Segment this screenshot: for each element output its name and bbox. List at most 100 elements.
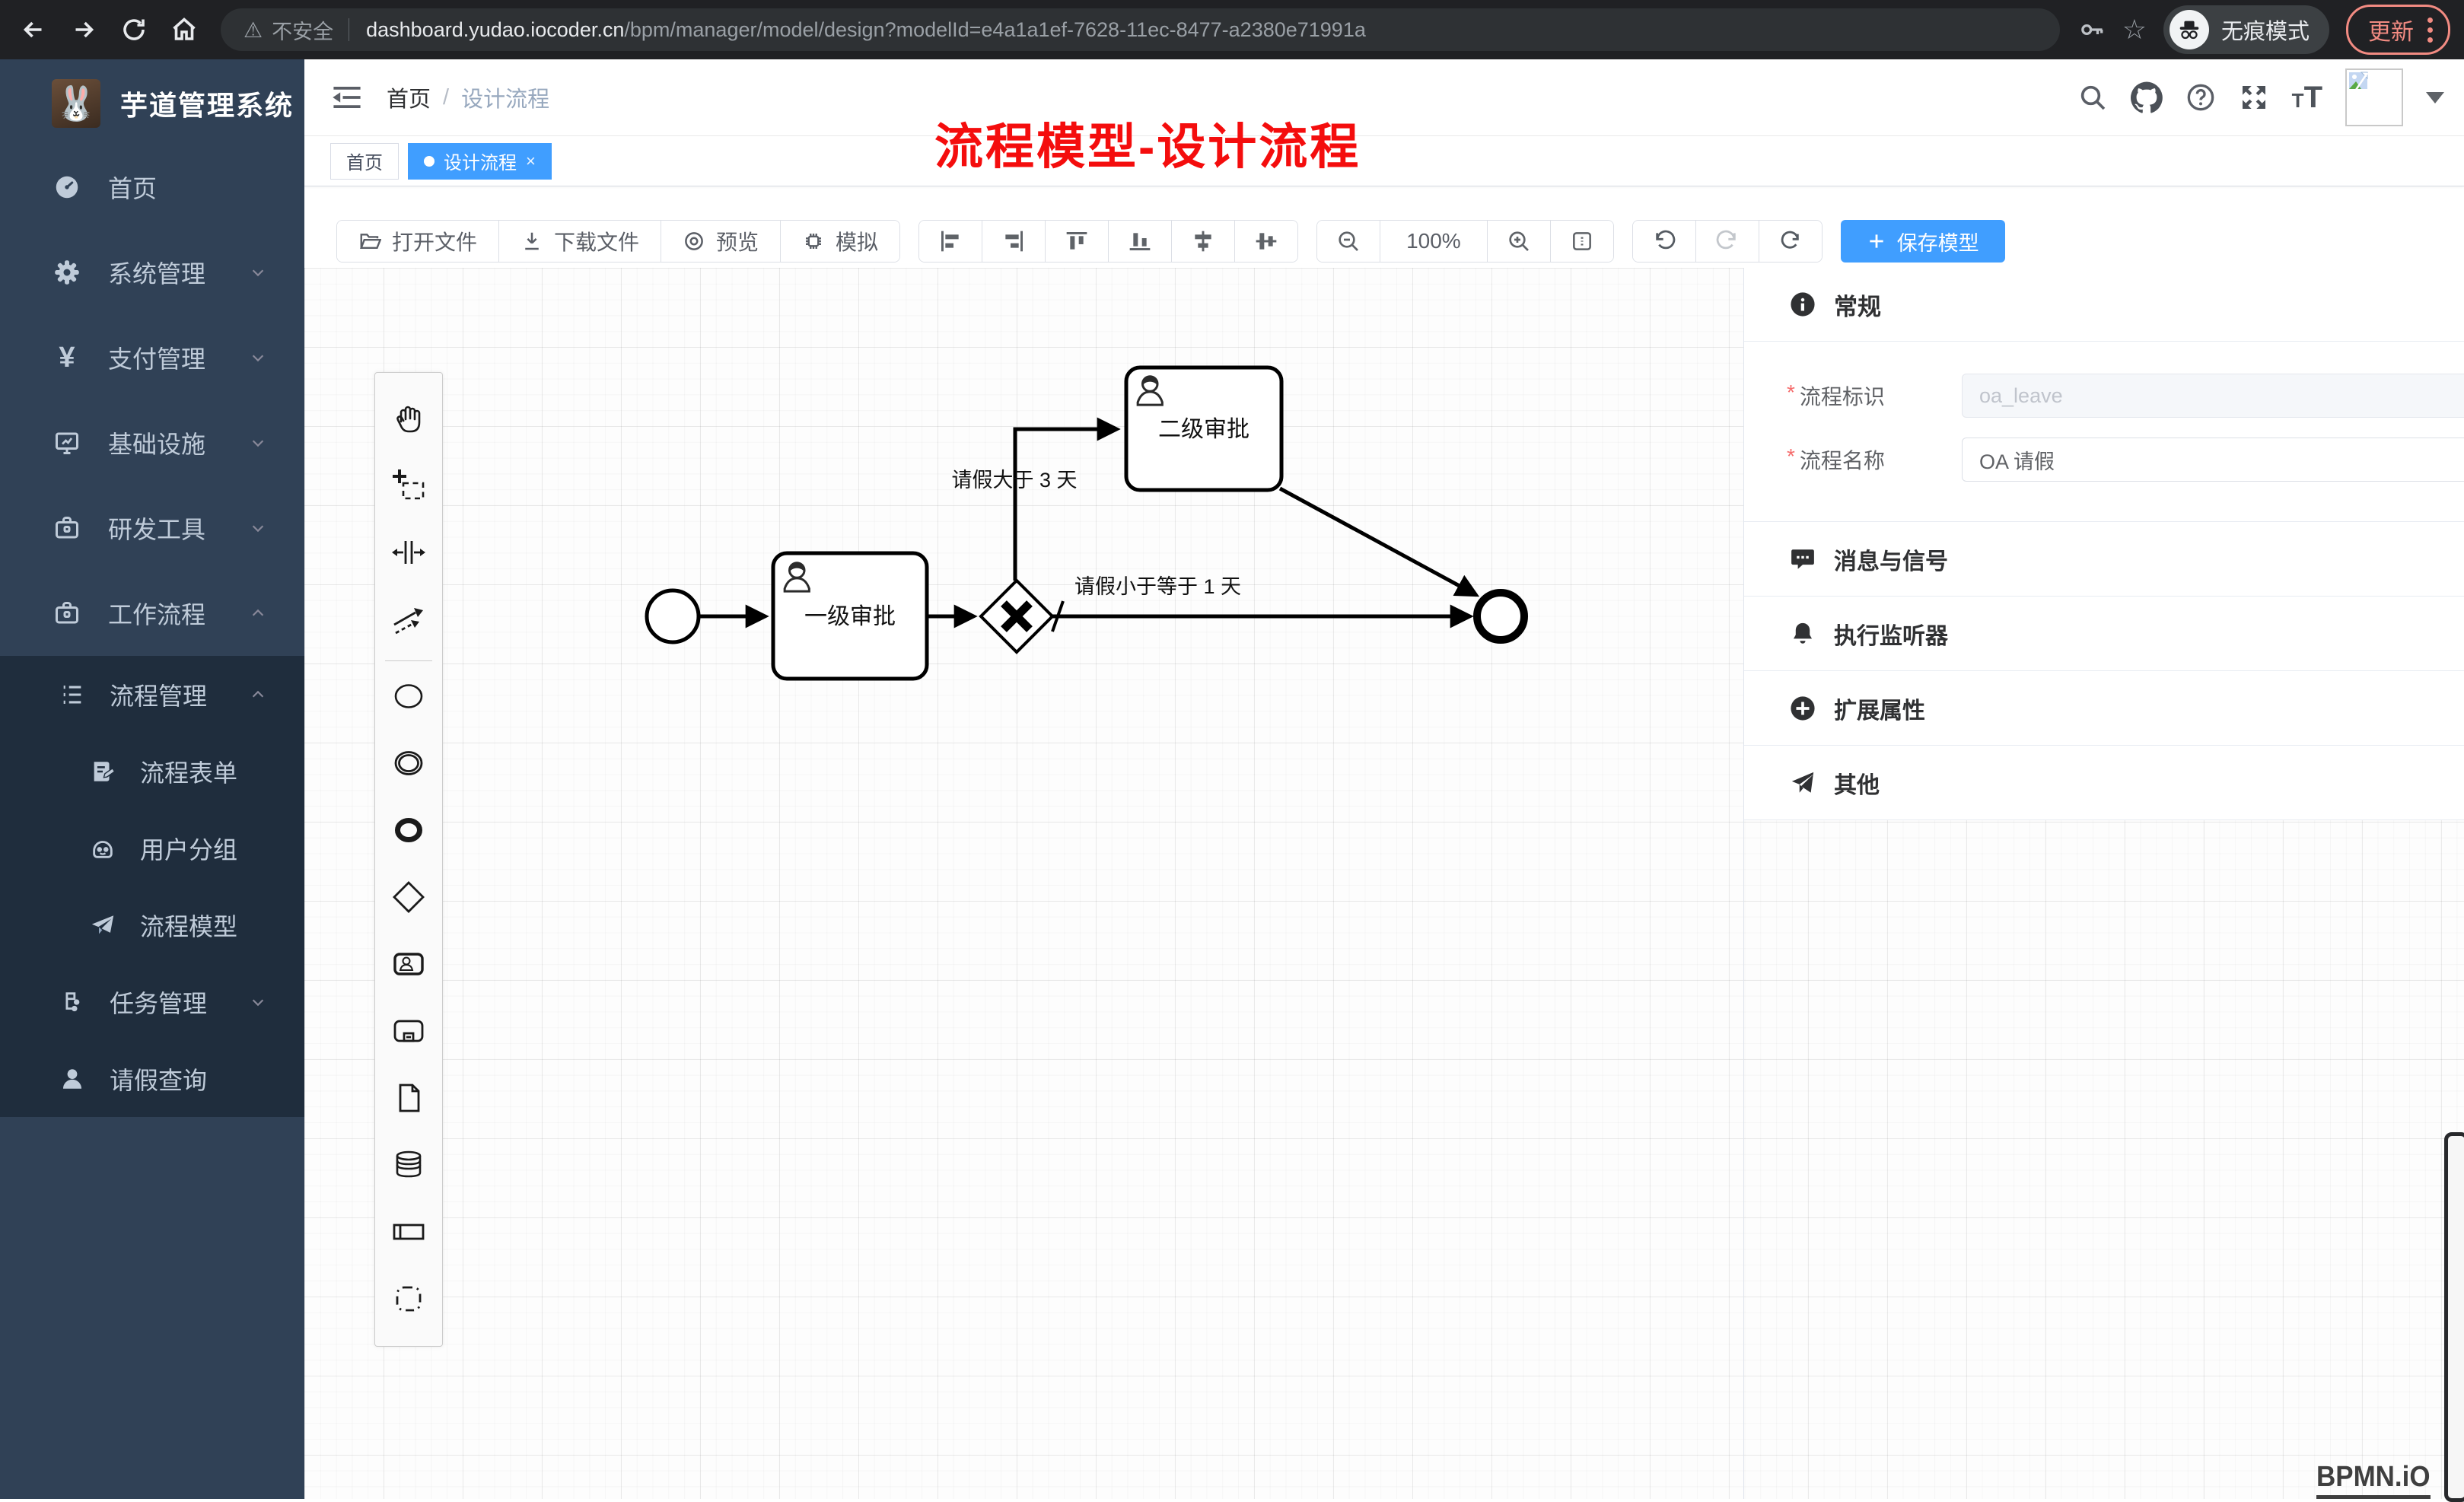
section-other[interactable]: 其他 [1744,746,2464,820]
main-area: 首页 / 设计流程 TT 流程模型-设计流程 [304,59,2464,1499]
breadcrumb-current: 设计流程 [461,81,549,113]
font-size-icon[interactable]: TT [2292,81,2322,115]
sidebar-item-label: 用户分组 [140,831,237,866]
update-button[interactable]: 更新 [2346,5,2450,55]
sidebar-item-workflow[interactable]: 工作流程 [0,571,304,656]
chevron-down-icon [250,520,266,536]
update-label[interactable]: 更新 [2368,13,2414,46]
github-icon[interactable] [2131,81,2163,113]
general-fields: * 流程标识 * 流程名称 [1744,342,2464,522]
task1-label: 一级审批 [804,604,896,629]
help-icon[interactable] [2185,82,2216,113]
process-key-input[interactable] [1962,374,2464,418]
sidebar-item-process-model[interactable]: 流程模型 [0,886,304,963]
back-icon[interactable] [17,13,50,46]
align-left-icon[interactable] [919,221,982,262]
sidebar-item-user-group[interactable]: 用户分组 [0,810,304,886]
browser-menu-icon[interactable] [2427,18,2433,43]
flow-task2-to-end[interactable] [1280,488,1476,595]
simulate-button[interactable]: 模拟 [781,221,899,262]
open-file-button[interactable]: 打开文件 [337,221,499,262]
tab-design-process[interactable]: 设计流程 × [408,143,552,180]
breadcrumb: 首页 / 设计流程 [387,59,549,135]
incognito-icon [2170,10,2209,49]
fullscreen-icon[interactable] [2239,82,2269,113]
sidebar: 🐰 芋道管理系统 首页 系统管理 ¥ 支付管理 基础设施 [0,59,304,1499]
sidebar-item-system[interactable]: 系统管理 [0,230,304,315]
align-bottom-icon[interactable] [1109,221,1172,262]
bookmark-star-icon[interactable]: ☆ [2122,16,2147,43]
sidebar-item-infra[interactable]: 基础设施 [0,400,304,485]
zoom-in-icon[interactable] [1488,221,1551,262]
search-icon[interactable] [2077,82,2108,113]
save-model-button[interactable]: 保存模型 [1841,220,2005,263]
zoom-level: 100% [1380,221,1488,262]
forward-icon[interactable] [67,13,100,46]
exclusive-gateway[interactable] [981,581,1052,652]
section-extended-attributes[interactable]: 扩展属性 [1744,671,2464,746]
align-right-icon[interactable] [982,221,1046,262]
sidebar-item-label: 任务管理 [110,985,207,1020]
section-messages-signals[interactable]: 消息与信号 [1744,522,2464,597]
download-file-button[interactable]: 下载文件 [499,221,661,262]
list-icon [59,682,85,708]
user-task-level1[interactable]: 一级审批 [773,553,927,679]
sidebar-fold-icon[interactable] [330,81,364,114]
sidebar-item-task-mgmt[interactable]: 任务管理 [0,963,304,1040]
sidebar-item-label: 基础设施 [108,425,205,460]
section-general[interactable]: 常规 [1744,268,2464,342]
app-header: 首页 / 设计流程 TT [304,59,2464,136]
breadcrumb-home[interactable]: 首页 [387,81,431,113]
bpmn-diagram[interactable]: 请假大于 3 天 请假小于等于 1 天 一级审批 二级审批 [304,268,1743,1499]
dropdown-caret-icon[interactable] [2426,92,2444,103]
redo-icon[interactable] [1696,221,1759,262]
key-icon[interactable] [2078,16,2106,43]
close-icon[interactable]: × [526,153,536,170]
section-label: 消息与信号 [1834,543,1948,576]
reload-icon[interactable] [117,13,151,46]
process-name-input[interactable] [1962,438,2464,482]
restart-icon[interactable] [1759,221,1822,262]
section-execution-listeners[interactable]: 执行监听器 [1744,597,2464,671]
sidebar-item-label: 流程表单 [140,754,237,789]
zoom-out-icon[interactable] [1317,221,1380,262]
user-task-level2[interactable]: 二级审批 [1126,368,1281,490]
home-icon[interactable] [167,13,201,46]
start-event[interactable] [647,590,699,642]
tab-home[interactable]: 首页 [330,143,399,180]
sidebar-item-payment[interactable]: ¥ 支付管理 [0,315,304,400]
sidebar-item-process-form[interactable]: 流程表单 [0,733,304,810]
sidebar-item-label: 支付管理 [108,340,205,375]
bpmn-io-watermark[interactable]: BPMN.iO [2316,1461,2431,1499]
end-event[interactable] [1477,593,1524,640]
flow-gateway-to-task2[interactable] [1015,429,1117,581]
browser-chrome: ⚠ 不安全 dashboard.yudao.iocoder.cn /bpm/ma… [0,0,2464,59]
preview-button[interactable]: 预览 [661,221,781,262]
form-icon [90,759,116,784]
sidebar-item-label: 研发工具 [108,511,205,546]
undo-icon[interactable] [1633,221,1696,262]
sidebar-item-process-mgmt[interactable]: 流程管理 [0,656,304,733]
send-icon [1790,770,1816,796]
scrollbar[interactable] [2444,1132,2464,1502]
message-icon [1790,546,1816,572]
avatar[interactable] [2345,68,2403,126]
zoom-reset-icon[interactable] [1551,221,1613,262]
align-top-icon[interactable] [1046,221,1109,262]
address-bar[interactable]: ⚠ 不安全 dashboard.yudao.iocoder.cn /bpm/ma… [221,8,2060,51]
align-vcenter-icon[interactable] [1235,221,1297,262]
chevron-up-icon [250,686,266,703]
workflow-submenu: 流程管理 流程表单 用户分组 流程模型 [0,656,304,1117]
chevron-down-icon [250,434,266,451]
person-icon [59,1066,85,1092]
flow-label-greater[interactable]: 请假大于 3 天 [951,469,1077,492]
task2-label: 二级审批 [1158,417,1250,442]
flow-label-less-equal[interactable]: 请假小于等于 1 天 [1074,575,1241,598]
sidebar-item-devtools[interactable]: 研发工具 [0,485,304,571]
security-label[interactable]: 不安全 [272,15,333,45]
download-file-label: 下载文件 [554,226,639,256]
chevron-down-icon [250,994,266,1010]
align-hcenter-icon[interactable] [1172,221,1235,262]
sidebar-item-leave-query[interactable]: 请假查询 [0,1040,304,1117]
sidebar-item-home[interactable]: 首页 [0,145,304,230]
